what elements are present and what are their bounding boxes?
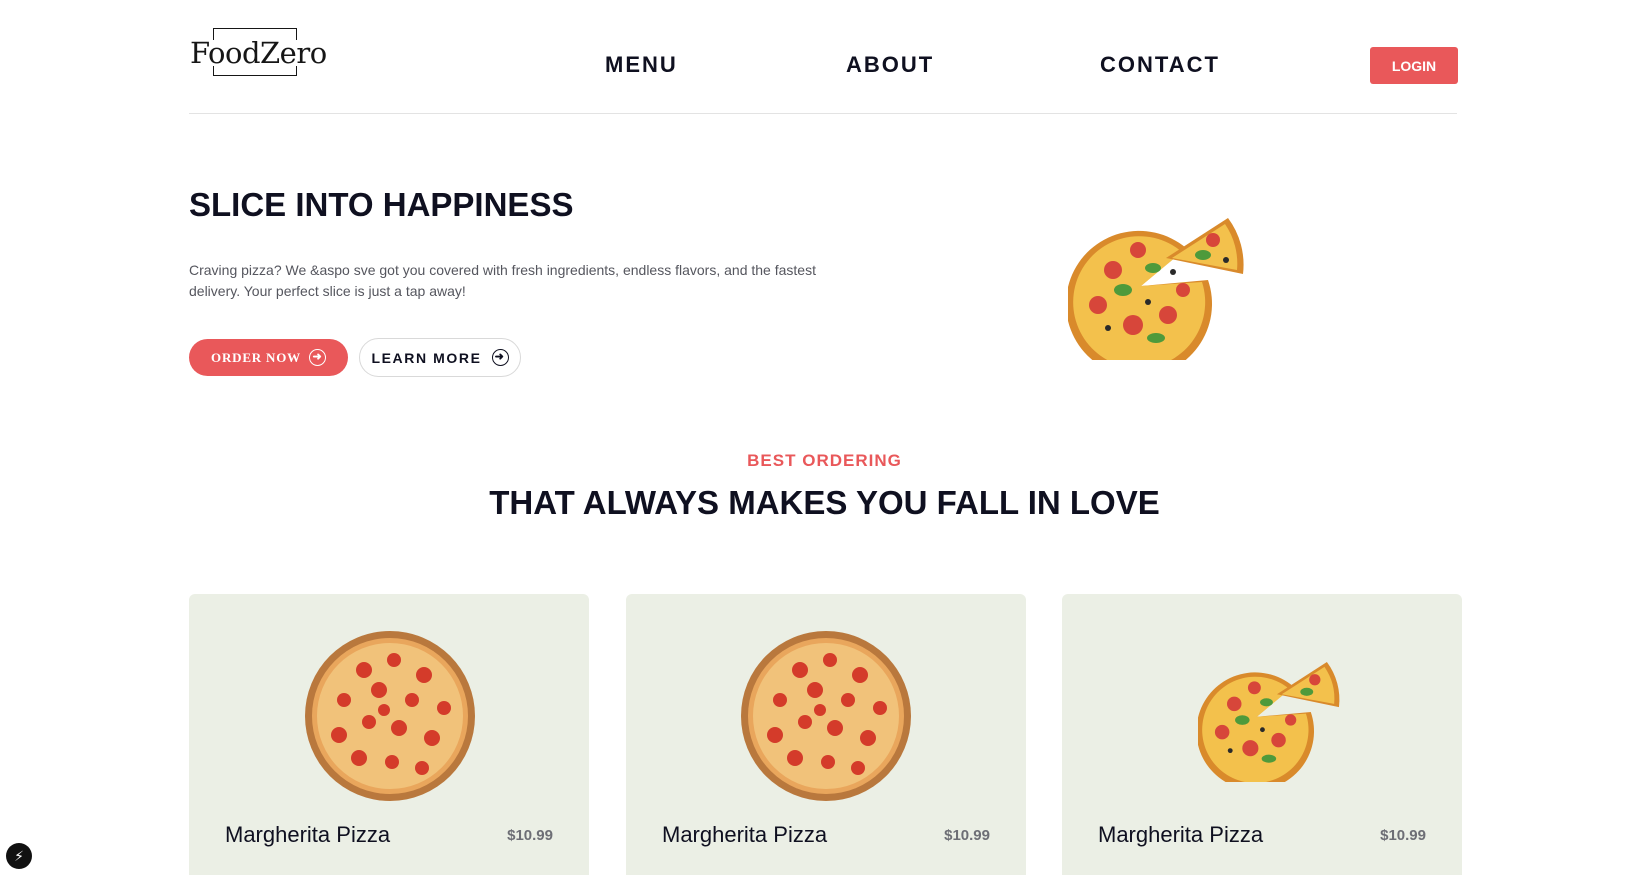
product-price: $10.99 [944,827,990,844]
arrow-right-circle-icon: ➜ [308,349,326,366]
lightning-icon[interactable]: ⚡ [6,843,32,869]
order-now-label: ORDER NOW [211,349,301,365]
product-card[interactable]: Margherita Pizza $10.99 [1062,594,1462,875]
product-name: Margherita Pizza [1098,822,1264,847]
arrow-right-circle-icon: ➜ [491,349,509,366]
logo[interactable]: FoodZero [189,28,328,76]
section-title: THAT ALWAYS MAKES YOU FALL IN LOVE [489,484,1160,521]
section-eyebrow: BEST ORDERING [747,451,902,470]
product-price: $10.99 [507,827,553,844]
sliced-pizza-image [1198,662,1340,782]
hero-pizza-image [1068,218,1244,360]
site-header: FoodZero MENU ABOUT CONTACT LOGIN [189,0,1458,114]
hero-description: Craving pizza? We &aspo sve got you cove… [189,262,816,299]
learn-more-label: LEARN MORE [371,349,482,366]
product-name: Margherita Pizza [662,822,828,847]
login-button[interactable]: LOGIN [1370,47,1458,84]
product-price: $10.99 [1380,827,1426,844]
logo-text: FoodZero [189,36,328,70]
product-name: Margherita Pizza [225,822,391,847]
page: FoodZero MENU ABOUT CONTACT LOGIN SLICE … [0,0,1649,875]
nav-contact[interactable]: CONTACT [1100,52,1220,78]
hero-title: SLICE INTO HAPPINESS [189,186,574,223]
pepperoni-pizza-image [305,631,475,801]
order-now-button[interactable]: ORDER NOW ➜ [189,339,348,376]
learn-more-button[interactable]: LEARN MORE ➜ [359,338,521,377]
pepperoni-pizza-image [741,631,911,801]
product-card[interactable]: Margherita Pizza $10.99 [626,594,1026,875]
nav-menu[interactable]: MENU [605,52,678,78]
nav-about[interactable]: ABOUT [846,52,934,78]
product-card[interactable]: Margherita Pizza $10.99 [189,594,589,875]
